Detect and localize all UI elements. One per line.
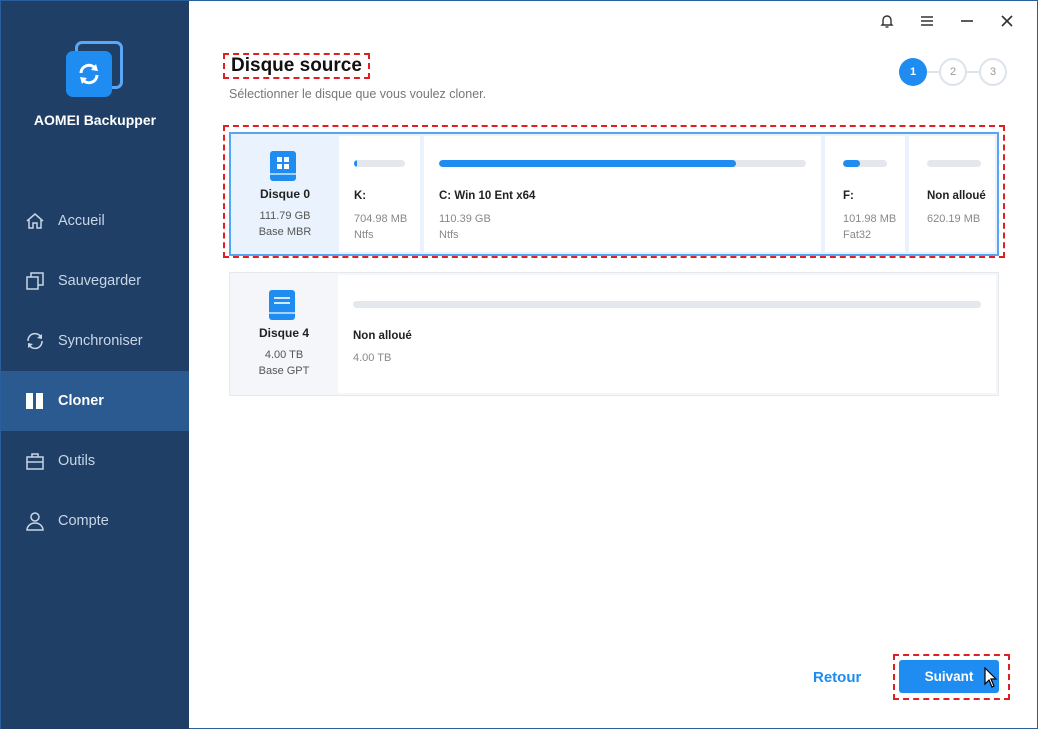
partition-label: K: — [354, 190, 367, 202]
partition-fs: Fat32 — [843, 229, 872, 241]
usage-bar — [439, 160, 806, 167]
sync-arrows-icon — [66, 51, 112, 97]
sidebar-item-label: Outils — [58, 453, 96, 469]
disk-info: Disque 4 4.00 TB Base GPT — [230, 273, 338, 395]
sidebar-item-outils[interactable]: Outils — [1, 431, 189, 491]
partition-f[interactable]: F: 101.98 MB Fat32 — [825, 136, 905, 252]
titlebar-controls — [867, 9, 1027, 33]
partition-list: Non alloué 4.00 TB — [338, 275, 996, 393]
step-2: 2 — [939, 58, 967, 86]
disk-partition-style: Base GPT — [258, 365, 310, 377]
app-name: AOMEI Backupper — [33, 112, 157, 128]
sidebar-nav: Accueil Sauvegarder Synchroniser Cloner — [1, 191, 189, 551]
disk-name: Disque 0 — [259, 187, 310, 201]
partition-unallocated[interactable]: Non alloué 620.19 MB — [909, 136, 995, 252]
step-indicator: 1 2 3 — [899, 58, 1007, 86]
bell-icon[interactable] — [867, 9, 907, 33]
partition-list: K: 704.98 MB Ntfs C: Win 10 Ent x64 110.… — [339, 136, 995, 252]
tools-icon — [25, 451, 45, 471]
sidebar-item-label: Compte — [58, 513, 109, 529]
user-icon — [25, 511, 45, 531]
partition-label: Non alloué — [927, 190, 986, 202]
sidebar-item-sauvegarder[interactable]: Sauvegarder — [1, 251, 189, 311]
disk-card-0[interactable]: Disque 0 111.79 GB Base MBR K: 704.98 MB… — [229, 132, 999, 256]
back-button[interactable]: Retour — [813, 669, 861, 686]
minimize-icon[interactable] — [947, 9, 987, 33]
windows-disk-icon — [269, 150, 297, 182]
sidebar-item-compte[interactable]: Compte — [1, 491, 189, 551]
home-icon — [25, 211, 45, 231]
disk-icon — [268, 289, 296, 321]
usage-bar — [353, 301, 981, 308]
sidebar-item-label: Synchroniser — [58, 333, 143, 349]
usage-bar-fill — [439, 160, 737, 167]
usage-bar — [354, 160, 405, 167]
sidebar-item-label: Accueil — [58, 213, 105, 229]
app-window: AOMEI Backupper Accueil Sauvegarder Sync… — [0, 0, 1038, 729]
close-icon[interactable] — [987, 9, 1027, 33]
step-connector — [967, 71, 979, 73]
usage-bar-fill — [354, 160, 357, 167]
usage-bar-fill — [843, 160, 860, 167]
partition-fs: Ntfs — [354, 229, 374, 241]
disk-size: 4.00 TB — [264, 349, 304, 361]
sidebar-item-label: Sauvegarder — [58, 273, 142, 289]
partition-unallocated[interactable]: Non alloué 4.00 TB — [338, 275, 996, 393]
partition-size: 110.39 GB — [439, 213, 491, 225]
usage-bar — [843, 160, 887, 167]
page-subtitle: Sélectionner le disque que vous voulez c… — [229, 87, 487, 101]
sidebar-item-accueil[interactable]: Accueil — [1, 191, 189, 251]
disk-card-4[interactable]: Disque 4 4.00 TB Base GPT Non alloué 4.0… — [229, 272, 999, 396]
partition-label: F: — [843, 190, 854, 202]
partition-size: 704.98 MB — [354, 213, 408, 225]
partition-k[interactable]: K: 704.98 MB Ntfs — [339, 136, 420, 252]
disk-size: 111.79 GB — [259, 210, 311, 222]
backup-icon — [25, 271, 45, 291]
partition-c[interactable]: C: Win 10 Ent x64 110.39 GB Ntfs — [424, 136, 821, 252]
clone-icon — [25, 391, 45, 411]
partition-fs: Ntfs — [439, 229, 459, 241]
app-logo — [63, 39, 125, 101]
partition-size: 620.19 MB — [927, 213, 981, 225]
menu-icon[interactable] — [907, 9, 947, 33]
disk-info: Disque 0 111.79 GB Base MBR — [231, 134, 339, 254]
step-3: 3 — [979, 58, 1007, 86]
sidebar-item-synchroniser[interactable]: Synchroniser — [1, 311, 189, 371]
partition-size: 101.98 MB — [843, 213, 897, 225]
disk-partition-style: Base MBR — [258, 226, 312, 238]
step-1: 1 — [899, 58, 927, 86]
step-connector — [927, 71, 939, 73]
sidebar: AOMEI Backupper Accueil Sauvegarder Sync… — [1, 1, 189, 729]
sidebar-item-cloner[interactable]: Cloner — [1, 371, 189, 431]
sync-icon — [25, 331, 45, 351]
page-title: Disque source — [223, 53, 370, 79]
partition-label: C: Win 10 Ent x64 — [439, 190, 536, 202]
partition-label: Non alloué — [353, 330, 412, 342]
sidebar-item-label: Cloner — [58, 393, 104, 409]
partition-size: 4.00 TB — [353, 352, 392, 364]
usage-bar — [927, 160, 981, 167]
mouse-cursor-icon — [984, 666, 998, 689]
disk-name: Disque 4 — [258, 326, 309, 340]
